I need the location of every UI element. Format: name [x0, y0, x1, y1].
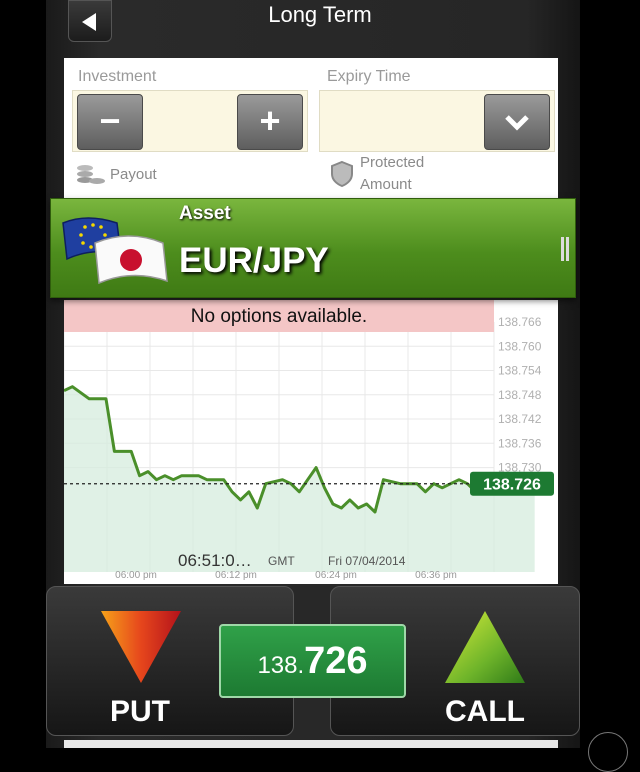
- more-button[interactable]: [588, 732, 628, 772]
- date-label: Fri 07/04/2014: [328, 554, 406, 568]
- up-triangle-icon: [445, 611, 525, 683]
- put-label: PUT: [110, 695, 170, 728]
- page-title: Long Term: [268, 2, 372, 27]
- bottom-edge: [64, 740, 558, 748]
- current-value-label: 138.726: [483, 477, 541, 494]
- x-tick-label: 06:00 pm: [115, 570, 157, 581]
- current-price-display: 138.726: [219, 624, 406, 698]
- investment-label: Investment: [78, 68, 157, 85]
- x-tick-label: 06:12 pm: [215, 570, 257, 581]
- protected-line-1: Protected: [360, 154, 425, 171]
- y-tick-label: 138.748: [498, 388, 542, 402]
- trade-settings-panel: Investment Expiry Time − + Payout Protec…: [64, 58, 558, 200]
- y-tick-label: 138.754: [498, 364, 542, 378]
- y-tick-label: 138.760: [498, 339, 542, 353]
- investment-field[interactable]: − +: [72, 90, 308, 152]
- x-tick-label: 06:24 pm: [315, 570, 357, 581]
- expiry-label: Expiry Time: [327, 68, 411, 85]
- no-options-banner: No options available.: [64, 300, 494, 332]
- x-tick-label: 06:36 pm: [415, 570, 457, 581]
- asset-label: Asset: [179, 203, 231, 224]
- asset-selector[interactable]: Asset EUR/JPY: [50, 198, 576, 298]
- series-area: [64, 386, 535, 572]
- drag-handle-icon[interactable]: [561, 237, 569, 261]
- down-triangle-icon: [101, 611, 181, 683]
- protected-line-2: Amount: [360, 176, 412, 193]
- asset-name: EUR/JPY: [179, 241, 329, 280]
- y-tick-label: 138.742: [498, 412, 542, 426]
- chevron-down-icon: [505, 115, 529, 131]
- expiry-field[interactable]: [319, 90, 555, 152]
- call-label: CALL: [445, 695, 525, 728]
- expiry-dropdown-button[interactable]: [484, 94, 550, 150]
- decrease-button[interactable]: −: [77, 94, 143, 150]
- y-tick-label: 138.766: [498, 315, 542, 329]
- y-tick-label: 138.736: [498, 436, 542, 450]
- time-label: 06:51:0…: [178, 551, 252, 570]
- timezone-label: GMT: [268, 554, 295, 568]
- price-chart: 138.766 138.760 138.754 138.748 138.742 138.7…: [64, 315, 554, 581]
- price-main: 726: [304, 640, 368, 682]
- shield-icon: [331, 160, 353, 188]
- payout-label: Payout: [110, 166, 157, 183]
- price-prefix: 138.: [257, 652, 305, 679]
- protected-amount-label: Protected Amount: [360, 152, 424, 196]
- no-options-text: No options available.: [190, 306, 368, 327]
- eur-jpy-flags-icon: [62, 217, 168, 285]
- coins-icon: [77, 165, 105, 184]
- increase-button[interactable]: +: [237, 94, 303, 150]
